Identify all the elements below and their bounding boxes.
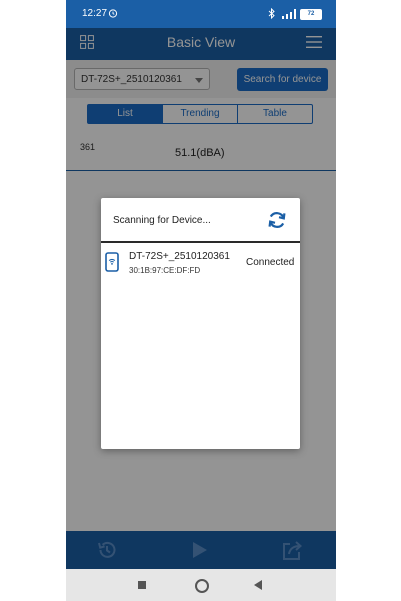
device-name: DT-72S+_2510120361: [129, 251, 230, 262]
dialog-divider: [101, 241, 300, 243]
alarm-icon: [108, 9, 118, 18]
recents-icon[interactable]: [138, 581, 146, 589]
system-nav-bar: [66, 569, 336, 601]
phone-wifi-icon: [105, 252, 119, 272]
app-screen: 12:27 72 Basic View DT-72S+_2510120361 S…: [66, 0, 336, 601]
status-time: 12:27: [82, 8, 108, 19]
list-item[interactable]: DT-72S+_2510120361 30:1B:97:CE:DF:FD Con…: [101, 244, 300, 280]
scan-dialog: Scanning for Device... DT-72S+_251012036…: [101, 198, 300, 449]
battery-icon: 72: [300, 9, 322, 20]
dialog-title: Scanning for Device...: [113, 215, 211, 226]
modal-overlay[interactable]: Scanning for Device... DT-72S+_251012036…: [66, 28, 336, 569]
home-icon[interactable]: [195, 579, 209, 593]
back-icon[interactable]: [254, 580, 262, 590]
device-status: Connected: [246, 257, 295, 268]
bluetooth-icon: [268, 8, 275, 19]
device-mac: 30:1B:97:CE:DF:FD: [129, 266, 201, 275]
refresh-icon[interactable]: [266, 209, 288, 231]
status-bar: 12:27 72: [66, 0, 336, 28]
signal-icon: [282, 9, 296, 19]
